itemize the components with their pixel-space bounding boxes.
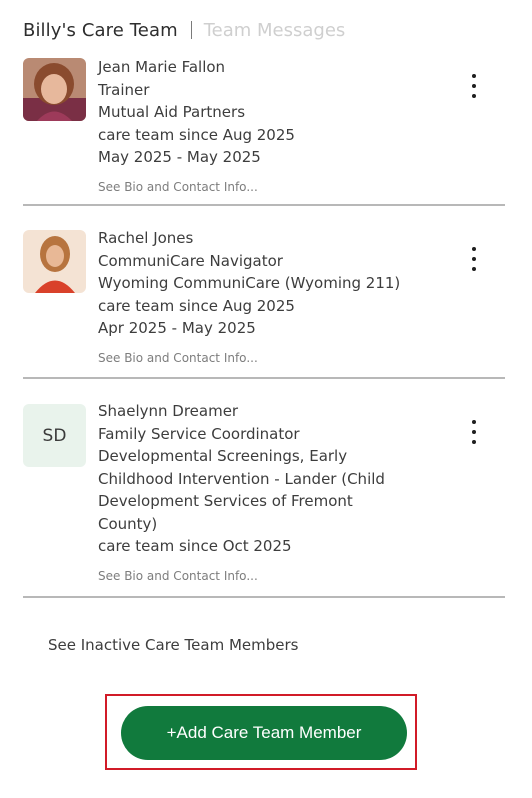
- divider: [23, 596, 505, 598]
- see-bio-link[interactable]: See Bio and Contact Info...: [98, 350, 418, 366]
- avatar-initials: SD: [23, 404, 86, 467]
- member-dates: May 2025 - May 2025: [98, 148, 261, 166]
- tab-team-messages[interactable]: Team Messages: [204, 20, 346, 41]
- avatar-photo-rachel: [23, 230, 86, 293]
- more-options-icon[interactable]: [464, 245, 484, 273]
- avatar: [23, 230, 86, 293]
- avatar-photo-jean: [23, 58, 86, 121]
- member-organization-line: Developmental Screenings, Early: [98, 447, 348, 465]
- tab-separator: [190, 21, 192, 39]
- tab-header: Billy's Care Team Team Messages: [23, 14, 513, 46]
- add-care-team-member-button[interactable]: +Add Care Team Member: [121, 706, 407, 760]
- member-organization-line: Development Services of Fremont: [98, 492, 353, 510]
- avatar: [23, 58, 86, 121]
- member-dates: Apr 2025 - May 2025: [98, 319, 256, 337]
- member-info: Shaelynn Dreamer Family Service Coordina…: [98, 400, 418, 584]
- member-since: care team since Aug 2025: [98, 125, 295, 144]
- member-since: care team since Aug 2025: [98, 296, 295, 315]
- member-organization: Mutual Aid Partners: [98, 103, 246, 121]
- member-organization-line: County): [98, 514, 158, 533]
- member-since: care team since Oct 2025: [98, 537, 292, 555]
- see-inactive-members-link[interactable]: See Inactive Care Team Members: [48, 636, 298, 654]
- member-info: Rachel Jones CommuniCare Navigator Wyomi…: [98, 227, 418, 366]
- see-bio-link[interactable]: See Bio and Contact Info...: [98, 179, 418, 195]
- care-team-member: SD Shaelynn Dreamer Family Service Coord…: [23, 379, 505, 597]
- care-team-list: Jean Marie Fallon Trainer Mutual Aid Par…: [0, 0, 532, 798]
- more-options-icon[interactable]: [464, 418, 484, 446]
- member-organization: Wyoming CommuniCare (Wyoming 211): [98, 274, 401, 292]
- member-role: Trainer: [98, 80, 150, 99]
- see-bio-link[interactable]: See Bio and Contact Info...: [98, 568, 418, 584]
- member-info: Jean Marie Fallon Trainer Mutual Aid Par…: [98, 56, 418, 195]
- member-name: Shaelynn Dreamer: [98, 402, 239, 420]
- member-name: Rachel Jones: [98, 229, 194, 247]
- member-role: Family Service Coordinator: [98, 424, 300, 443]
- more-options-icon[interactable]: [464, 72, 484, 100]
- member-organization-line: Childhood Intervention - Lander (Child: [98, 469, 385, 488]
- member-name: Jean Marie Fallon: [98, 58, 226, 76]
- care-team-member: Rachel Jones CommuniCare Navigator Wyomi…: [23, 206, 505, 378]
- tab-care-team[interactable]: Billy's Care Team: [23, 20, 178, 41]
- member-role: CommuniCare Navigator: [98, 251, 283, 270]
